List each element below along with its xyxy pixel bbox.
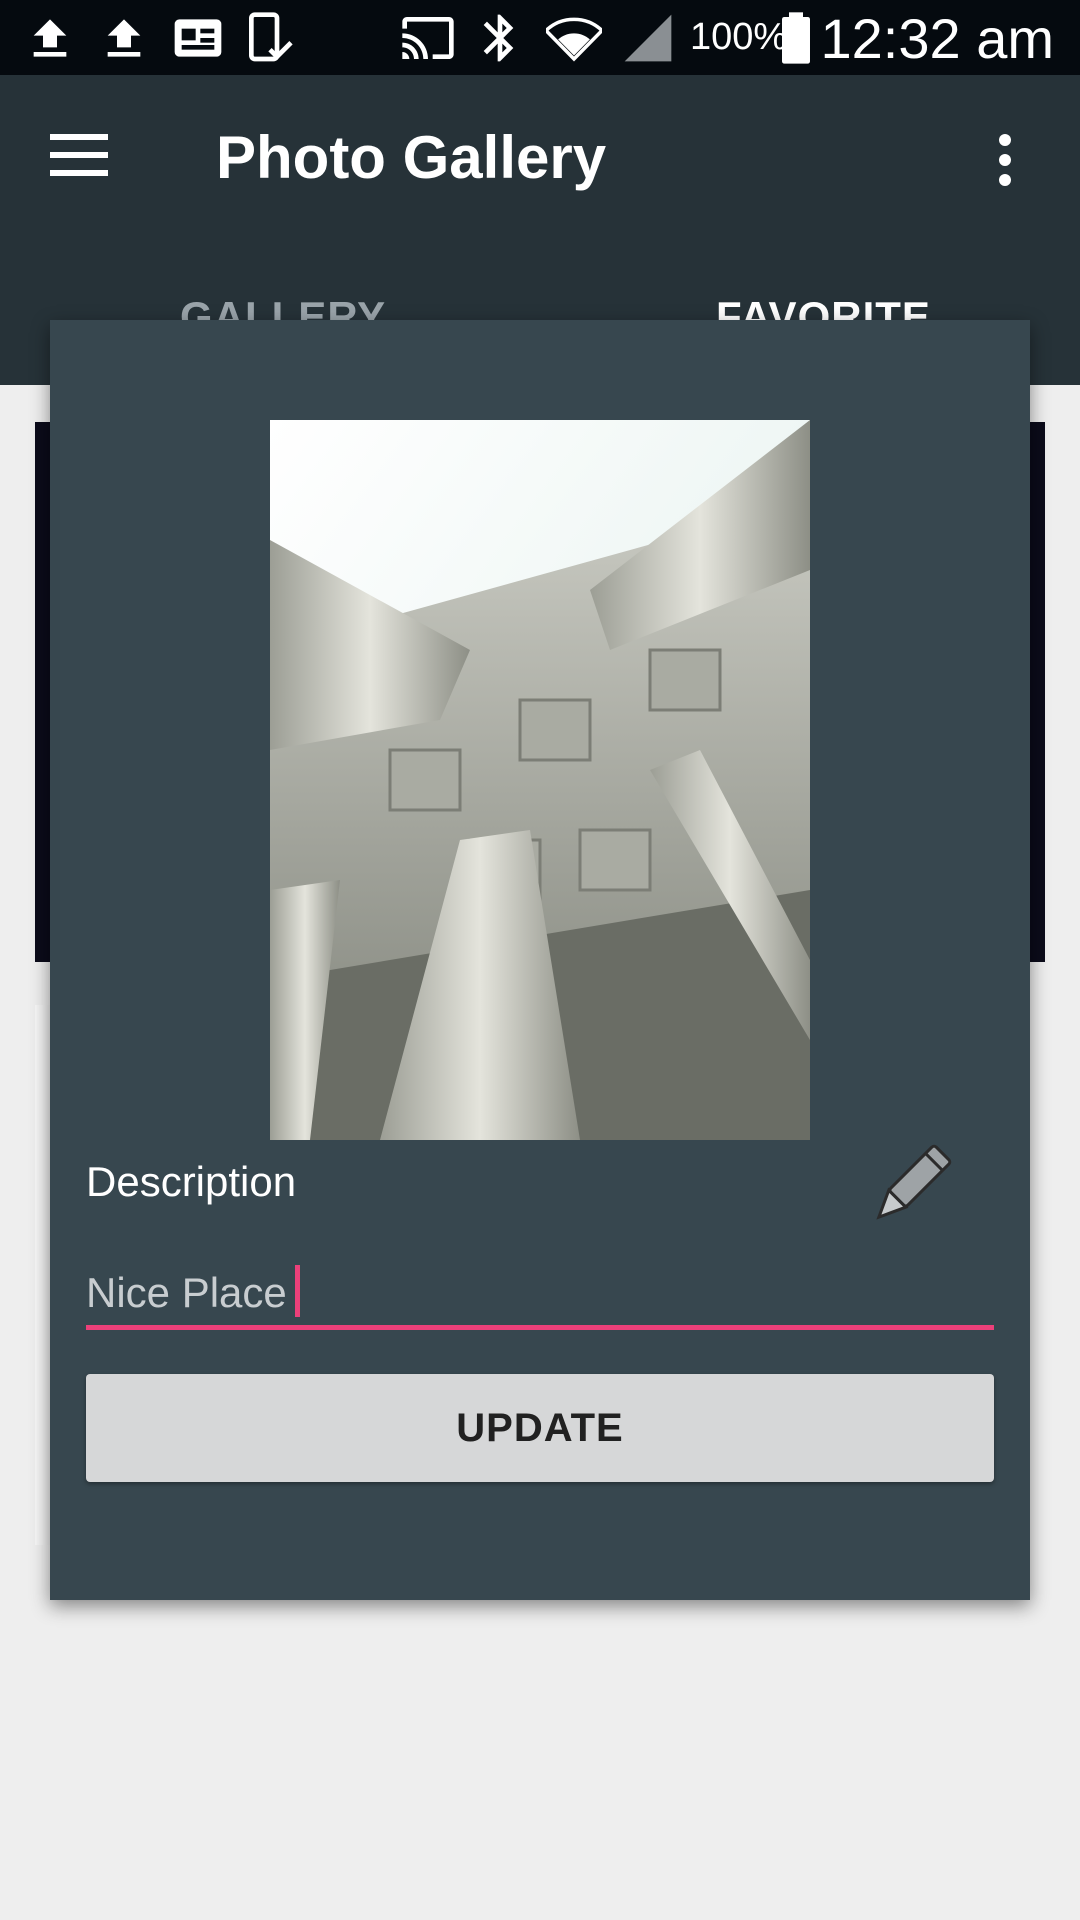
description-label: Description [86, 1158, 297, 1205]
upload-icon [96, 10, 152, 66]
tablet-check-icon [242, 10, 298, 66]
update-button[interactable]: UPDATE [86, 1374, 994, 1482]
battery-icon [774, 10, 818, 66]
description-value: Nice Place [86, 1269, 287, 1316]
wifi-icon [543, 10, 605, 66]
battery-percent: 100% [690, 16, 788, 58]
cast-icon [400, 10, 456, 66]
text-cursor [294, 1265, 300, 1317]
hamburger-menu-icon[interactable] [50, 130, 118, 182]
news-icon [170, 10, 226, 66]
pencil-icon[interactable] [868, 1144, 952, 1228]
more-vert-icon[interactable] [992, 130, 1018, 190]
description-input[interactable]: Nice Place [86, 1260, 994, 1330]
upload-icon [22, 10, 78, 66]
signal-icon [620, 10, 676, 66]
bluetooth-icon [472, 10, 528, 66]
dialog-photo [270, 420, 810, 1140]
status-time: 12:32 am [820, 7, 1055, 70]
status-bar: 100% 12:32 am [0, 0, 1080, 75]
app-title: Photo Gallery [216, 124, 607, 191]
edit-description-dialog: Description Nice Place UPDATE [50, 320, 1030, 1600]
